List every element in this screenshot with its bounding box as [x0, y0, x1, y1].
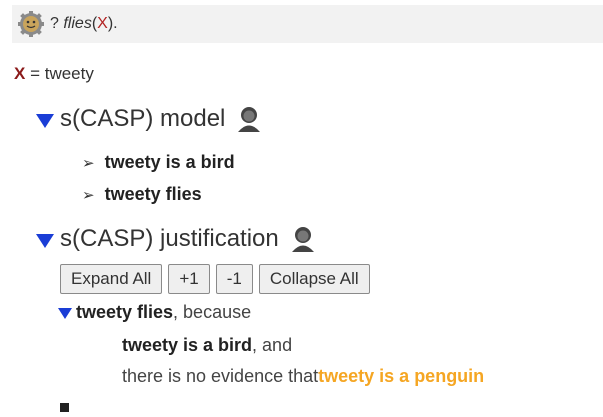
justification-title: s(CASP) justification: [60, 225, 279, 252]
arrowhead-icon: ➢: [82, 154, 95, 172]
justification-root-fact: tweety flies: [76, 302, 174, 322]
collapse-all-button[interactable]: Collapse All: [258, 264, 370, 294]
query-close: ).: [107, 15, 118, 32]
arrowhead-icon: ➢: [82, 186, 95, 204]
person-icon: [291, 227, 314, 252]
justification-section-header[interactable]: s(CASP) justification: [36, 225, 317, 253]
collapse-triangle-icon[interactable]: [36, 114, 54, 128]
model-item: ➢ tweety flies: [82, 184, 202, 205]
binding-value: tweety: [44, 64, 94, 83]
model-section-header[interactable]: s(CASP) model: [36, 105, 263, 133]
model-item-text: tweety is a bird: [104, 152, 235, 172]
query-text: ? flies(X).: [50, 15, 118, 33]
query-prompt: ?: [50, 15, 59, 32]
justification-root[interactable]: tweety flies, because: [58, 302, 251, 323]
collapse-triangle-icon[interactable]: [58, 308, 72, 319]
collapse-triangle-icon[interactable]: [36, 234, 54, 248]
justification-highlight-fact: tweety is a penguin: [318, 366, 485, 386]
gear-icon[interactable]: [18, 11, 44, 37]
justification-child-prefix: there is no evidence that: [122, 366, 319, 386]
justification-child: tweety is a bird, and: [122, 335, 292, 356]
justification-root-connector: , because: [173, 302, 252, 322]
binding-equals: =: [25, 64, 45, 83]
person-icon: [238, 107, 261, 132]
answer-binding: X = tweety: [14, 64, 94, 84]
query-bar: ? flies(X).: [12, 5, 603, 43]
binding-variable: X: [14, 64, 26, 83]
query-variable: X: [97, 15, 108, 32]
justification-child-connector: , and: [252, 335, 293, 355]
model-item-text: tweety flies: [104, 184, 202, 204]
end-marker: [60, 403, 69, 412]
expand-one-level-button[interactable]: +1: [168, 264, 210, 294]
query-predicate: flies: [63, 15, 92, 32]
expand-all-button[interactable]: Expand All: [60, 264, 163, 294]
model-title: s(CASP) model: [60, 105, 226, 132]
justification-child-fact: tweety is a bird: [122, 335, 253, 355]
justification-toolbar: Expand All +1 -1 Collapse All: [60, 264, 376, 294]
justification-child: there is no evidence that tweety is a pe…: [122, 366, 484, 387]
collapse-one-level-button[interactable]: -1: [215, 264, 253, 294]
model-item: ➢ tweety is a bird: [82, 152, 235, 173]
